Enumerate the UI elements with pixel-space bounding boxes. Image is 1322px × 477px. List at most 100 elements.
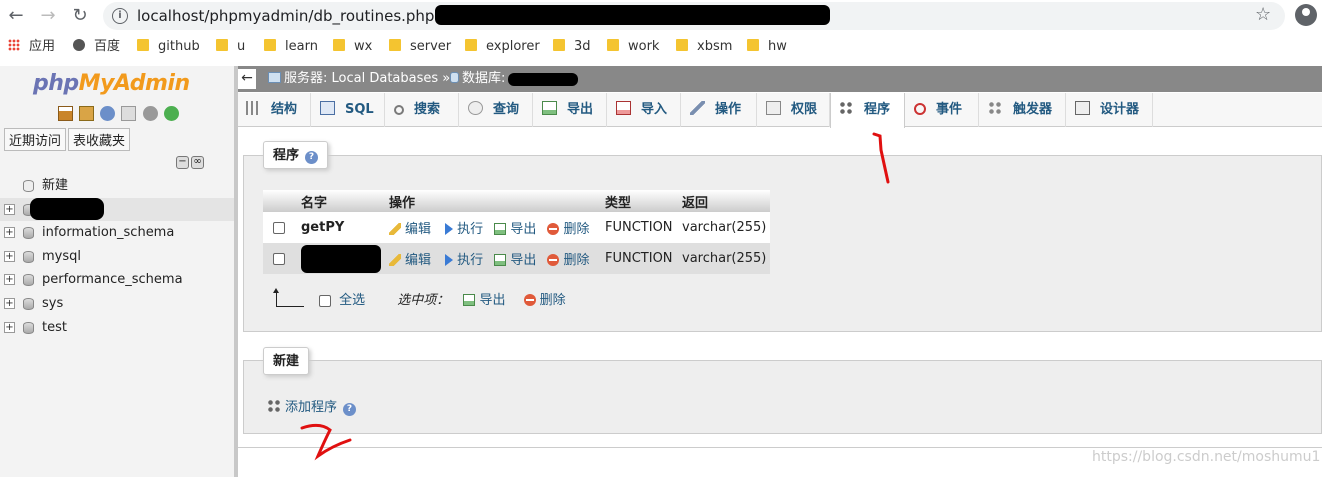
execute-action[interactable]: 执行	[442, 253, 483, 268]
nav-tabs: 近期访问 表收藏夹	[4, 128, 132, 151]
settings-icon[interactable]	[142, 106, 158, 121]
export-action[interactable]: 导出	[494, 253, 536, 268]
tab-export[interactable]: 导出	[534, 93, 607, 127]
row-actions: 编辑 执行 导出 删除	[385, 243, 601, 274]
routine-type: FUNCTION	[601, 212, 678, 243]
drop-action[interactable]: 删除	[547, 222, 589, 237]
help-icon[interactable]: ?	[305, 151, 319, 164]
info-icon[interactable]: i	[112, 8, 128, 24]
link-icon[interactable]: ∞	[191, 156, 204, 169]
bookmark-learn[interactable]: learn	[264, 36, 318, 58]
reload-icon[interactable]: ↻	[68, 4, 92, 28]
execute-action[interactable]: 执行	[442, 222, 483, 237]
tab-favorites[interactable]: 表收藏夹	[68, 128, 131, 151]
back-icon[interactable]: ←	[4, 4, 28, 28]
nav-resize-handle[interactable]	[234, 66, 238, 477]
help-icon[interactable]: ?	[343, 403, 357, 416]
tab-query[interactable]: 查询	[460, 93, 533, 127]
expand-icon[interactable]: +	[4, 203, 15, 215]
collapse-all-icon[interactable]: −	[176, 156, 189, 169]
bookmark-star-icon[interactable]: ☆	[1255, 4, 1271, 25]
tree-db-item[interactable]: + mysql	[0, 245, 234, 269]
tree-db-item[interactable]: + test	[0, 316, 234, 340]
bookmark-github[interactable]: github	[137, 36, 200, 58]
expand-icon[interactable]: +	[4, 297, 15, 309]
tab-search[interactable]: 搜索	[386, 93, 459, 127]
database-icon	[23, 250, 34, 263]
tree-db-item[interactable]: + performance_schema	[0, 268, 234, 292]
drop-action[interactable]: 删除	[547, 253, 589, 268]
table-row[interactable]: 编辑 执行 导出 删除 FUNCTION varchar(255)	[263, 243, 771, 274]
tree-db-item[interactable]: + information_schema	[0, 221, 234, 245]
column-header-type[interactable]: 类型	[601, 190, 678, 212]
column-header-select	[263, 190, 297, 212]
bulk-drop-button[interactable]: 删除	[523, 293, 566, 308]
tab-structure[interactable]: 结构	[238, 93, 311, 127]
tab-bar: 结构 SQL 搜索 查询 导出 导入 操作 权限 程序 事件 触发器 设计器	[238, 93, 1322, 128]
export-action[interactable]: 导出	[494, 222, 536, 237]
check-all-checkbox[interactable]	[319, 294, 331, 307]
delete-icon	[547, 254, 560, 266]
annotation-mark-1	[872, 132, 890, 184]
row-checkbox[interactable]	[273, 252, 285, 265]
tab-designer[interactable]: 设计器	[1067, 93, 1153, 127]
redaction	[508, 73, 578, 86]
phpmyadmin-logo[interactable]: phpMyAdmin	[33, 71, 190, 96]
collapse-nav-icon[interactable]: ←	[238, 69, 256, 89]
tree-db-item[interactable]: + sys	[0, 292, 234, 316]
bookmark-explorer[interactable]: explorer	[465, 36, 540, 58]
row-checkbox[interactable]	[273, 221, 285, 234]
folder-icon	[137, 39, 149, 51]
profile-icon[interactable]	[1295, 4, 1317, 26]
tab-sql[interactable]: SQL	[312, 93, 385, 127]
column-header-name[interactable]: 名字	[297, 190, 385, 212]
navigation-panel: phpMyAdmin 近期访问 表收藏夹 − ∞ 新建 + + informatio…	[0, 66, 234, 477]
bookmark-3d[interactable]: 3d	[553, 36, 591, 58]
expand-icon[interactable]: +	[4, 250, 15, 262]
docs-icon[interactable]	[121, 106, 137, 121]
edit-action[interactable]: 编辑	[389, 222, 431, 237]
tab-import[interactable]: 导入	[608, 93, 681, 127]
tree-db-selected[interactable]: +	[0, 197, 234, 222]
tab-events[interactable]: 事件	[906, 93, 979, 127]
reload-nav-icon[interactable]	[163, 106, 179, 121]
logo-icon-row	[58, 106, 181, 122]
table-row[interactable]: getPY 编辑 执行 导出 删除 FUNCTION varchar(255)	[263, 212, 771, 243]
tab-triggers[interactable]: 触发器	[980, 93, 1066, 127]
import-icon	[616, 101, 631, 115]
bulk-export-button[interactable]: 导出	[463, 293, 505, 308]
routine-returns: varchar(255)	[678, 212, 771, 243]
breadcrumb-database[interactable]: 数据库:	[450, 66, 505, 92]
expand-icon[interactable]: +	[4, 321, 15, 333]
bookmark-wx[interactable]: wx	[333, 36, 372, 58]
bookmark-hw[interactable]: hw	[747, 36, 787, 58]
tab-privileges[interactable]: 权限	[758, 93, 830, 127]
home-icon[interactable]	[58, 106, 73, 121]
bookmark-apps[interactable]: 应用	[8, 36, 55, 58]
exit-icon[interactable]	[79, 106, 95, 121]
folder-icon	[389, 39, 401, 51]
bookmark-work[interactable]: work	[607, 36, 659, 58]
add-routine-link[interactable]: 添加程序?	[267, 396, 357, 416]
help-icon[interactable]	[100, 106, 116, 121]
bookmark-u[interactable]: u	[216, 36, 245, 58]
bookmark-xbsm[interactable]: xbsm	[676, 36, 732, 58]
expand-icon[interactable]: +	[4, 274, 15, 286]
edit-action[interactable]: 编辑	[389, 253, 431, 268]
breadcrumb-server[interactable]: 服务器: Local Databases »	[268, 66, 450, 92]
bookmark-baidu[interactable]: 百度	[73, 36, 120, 58]
database-icon	[23, 297, 34, 310]
privileges-icon	[766, 101, 781, 115]
tree-new[interactable]: 新建	[0, 174, 234, 198]
add-routine-icon	[267, 399, 281, 413]
url-text[interactable]: localhost/phpmyadmin/db_routines.php?db=	[137, 7, 474, 25]
tab-operations[interactable]: 操作	[682, 93, 757, 127]
forward-icon[interactable]: →	[36, 4, 60, 28]
clock-icon	[914, 103, 926, 115]
bookmark-server[interactable]: server	[389, 36, 451, 58]
expand-icon[interactable]: +	[4, 227, 15, 239]
with-selected-arrow-icon	[273, 288, 304, 307]
tab-recent[interactable]: 近期访问	[4, 128, 67, 151]
check-all-label[interactable]: 全选	[339, 293, 365, 308]
tab-routines[interactable]: 程序	[830, 93, 905, 128]
